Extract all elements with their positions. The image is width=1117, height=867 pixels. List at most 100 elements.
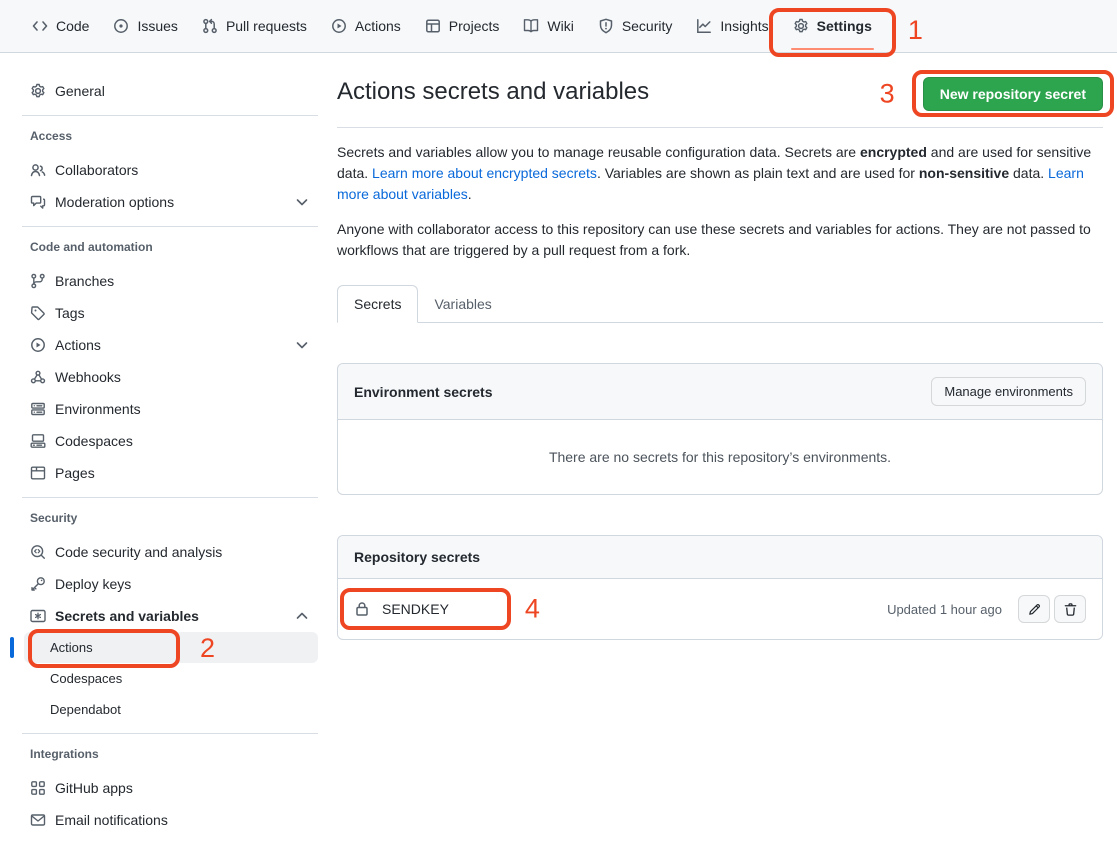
tab-settings[interactable]: Settings 1 (781, 0, 884, 52)
repository-secrets-card: Repository secrets SENDKEY 4 Updated 1 h… (337, 535, 1103, 640)
tab-issues[interactable]: Issues (101, 0, 189, 52)
card-title: Repository secrets (354, 549, 480, 565)
sidebar-item-label: Branches (55, 273, 114, 289)
sidebar-item-label: Tags (55, 305, 85, 321)
sidebar-item-collaborators[interactable]: Collaborators (22, 154, 318, 186)
environment-secrets-card: Environment secrets Manage environments … (337, 363, 1103, 495)
play-icon (331, 18, 347, 34)
mail-icon (30, 812, 46, 828)
sidebar-item-secrets-and-variables[interactable]: Secrets and variables (22, 600, 318, 632)
tab-label: Security (622, 18, 673, 34)
description-text: . Variables are shown as plain text and … (597, 165, 919, 181)
sidebar-section-header: Security (22, 508, 318, 528)
sidebar-item-label: Codespaces (55, 433, 133, 449)
collaborator-access-paragraph: Anyone with collaborator access to this … (337, 219, 1103, 261)
sidebar-subitem-actions[interactable]: Actions 2 (24, 632, 318, 663)
edit-secret-button[interactable] (1018, 595, 1050, 623)
sidebar-item-github-apps[interactable]: GitHub apps (22, 772, 318, 804)
chevron-down-icon (294, 337, 310, 353)
annotation-number-4: 4 (525, 596, 540, 623)
annotation-number-2: 2 (200, 635, 215, 662)
sidebar-item-label: Actions (55, 337, 101, 353)
sidebar-item-moderation-options[interactable]: Moderation options (22, 186, 318, 218)
sidebar-item-label: Code security and analysis (55, 544, 222, 560)
people-icon (30, 162, 46, 178)
new-repository-secret-button[interactable]: New repository secret (923, 77, 1103, 111)
sidebar-item-pages[interactable]: Pages (22, 457, 318, 489)
sidebar-section-header: Code and automation (22, 237, 318, 257)
sidebar-item-environments[interactable]: Environments (22, 393, 318, 425)
tab-variables[interactable]: Variables (418, 286, 507, 322)
secret-updated-time: Updated 1 hour ago (887, 602, 1002, 617)
tab-pull-requests[interactable]: Pull requests (190, 0, 319, 52)
tab-insights[interactable]: Insights (684, 0, 780, 52)
sidebar-item-deploy-keys[interactable]: Deploy keys (22, 568, 318, 600)
sidebar-item-label: Moderation options (55, 194, 174, 210)
description-bold: encrypted (860, 144, 927, 160)
page-title: Actions secrets and variables (337, 77, 649, 107)
shield-icon (598, 18, 614, 34)
gear-icon (793, 18, 809, 34)
code-icon (32, 18, 48, 34)
sidebar-subitem-label: Actions (50, 640, 93, 655)
description-paragraph: Secrets and variables allow you to manag… (337, 142, 1103, 205)
link-encrypted-secrets[interactable]: Learn more about encrypted secrets (372, 165, 597, 181)
secret-name: SENDKEY (382, 601, 449, 617)
description-bold: non-sensitive (919, 165, 1009, 181)
comment-discussion-icon (30, 194, 46, 210)
tab-label: Projects (449, 18, 500, 34)
sidebar-item-branches[interactable]: Branches (22, 265, 318, 297)
tab-projects[interactable]: Projects (413, 0, 512, 52)
sidebar-item-general[interactable]: General (22, 75, 318, 107)
tab-secrets[interactable]: Secrets (337, 285, 418, 323)
tab-security[interactable]: Security (586, 0, 685, 52)
environment-secrets-empty-message: There are no secrets for this repository… (338, 420, 1102, 494)
sidebar-subitem-label: Codespaces (50, 671, 122, 686)
sidebar-item-label: Environments (55, 401, 141, 417)
apps-icon (30, 780, 46, 796)
annotation-number-1: 1 (908, 17, 923, 44)
tab-label: Wiki (547, 18, 573, 34)
tab-label: Insights (720, 18, 768, 34)
page-subhead: Actions secrets and variables New reposi… (337, 77, 1103, 128)
tab-wiki[interactable]: Wiki (511, 0, 585, 52)
manage-environments-button[interactable]: Manage environments (931, 377, 1086, 406)
sidebar-item-codespaces[interactable]: Codespaces (22, 425, 318, 457)
server-icon (30, 401, 46, 417)
pencil-icon (1027, 602, 1042, 617)
settings-sidebar: General Access Collaborators Moderation … (0, 53, 337, 836)
tab-label: Actions (355, 18, 401, 34)
sidebar-item-label: Deploy keys (55, 576, 131, 592)
webhook-icon (30, 369, 46, 385)
sidebar-subitem-codespaces[interactable]: Codespaces (24, 663, 318, 694)
delete-secret-button[interactable] (1054, 595, 1086, 623)
sidebar-divider (22, 733, 318, 734)
sidebar-divider (22, 226, 318, 227)
tab-label: Settings (817, 18, 872, 34)
sidebar-item-email-notifications[interactable]: Email notifications (22, 804, 318, 836)
description-text: . (468, 186, 472, 202)
tab-actions[interactable]: Actions (319, 0, 413, 52)
sidebar-item-actions[interactable]: Actions (22, 329, 318, 361)
lock-icon (354, 601, 370, 617)
key-asterisk-icon (30, 608, 46, 624)
tab-code[interactable]: Code (20, 0, 101, 52)
sidebar-item-tags[interactable]: Tags (22, 297, 318, 329)
sidebar-subitem-dependabot[interactable]: Dependabot (24, 694, 318, 725)
sidebar-item-code-security[interactable]: Code security and analysis (22, 536, 318, 568)
chevron-down-icon (294, 194, 310, 210)
secret-row: SENDKEY 4 Updated 1 hour ago (338, 579, 1102, 639)
repo-tab-bar: Code Issues Pull requests Actions Projec… (0, 0, 1117, 53)
sidebar-item-label: General (55, 83, 105, 99)
sidebar-item-webhooks[interactable]: Webhooks (22, 361, 318, 393)
tab-label: Code (56, 18, 89, 34)
book-icon (523, 18, 539, 34)
secret-name-group: SENDKEY 4 (354, 601, 449, 617)
github-settings-page: Code Issues Pull requests Actions Projec… (0, 0, 1117, 867)
secret-row-actions: Updated 1 hour ago (887, 595, 1086, 623)
annotation-number-3: 3 (880, 81, 895, 108)
sidebar-section-header: Integrations (22, 744, 318, 764)
sidebar-item-label: Webhooks (55, 369, 121, 385)
codespaces-icon (30, 433, 46, 449)
description-text: Secrets and variables allow you to manag… (337, 144, 860, 160)
